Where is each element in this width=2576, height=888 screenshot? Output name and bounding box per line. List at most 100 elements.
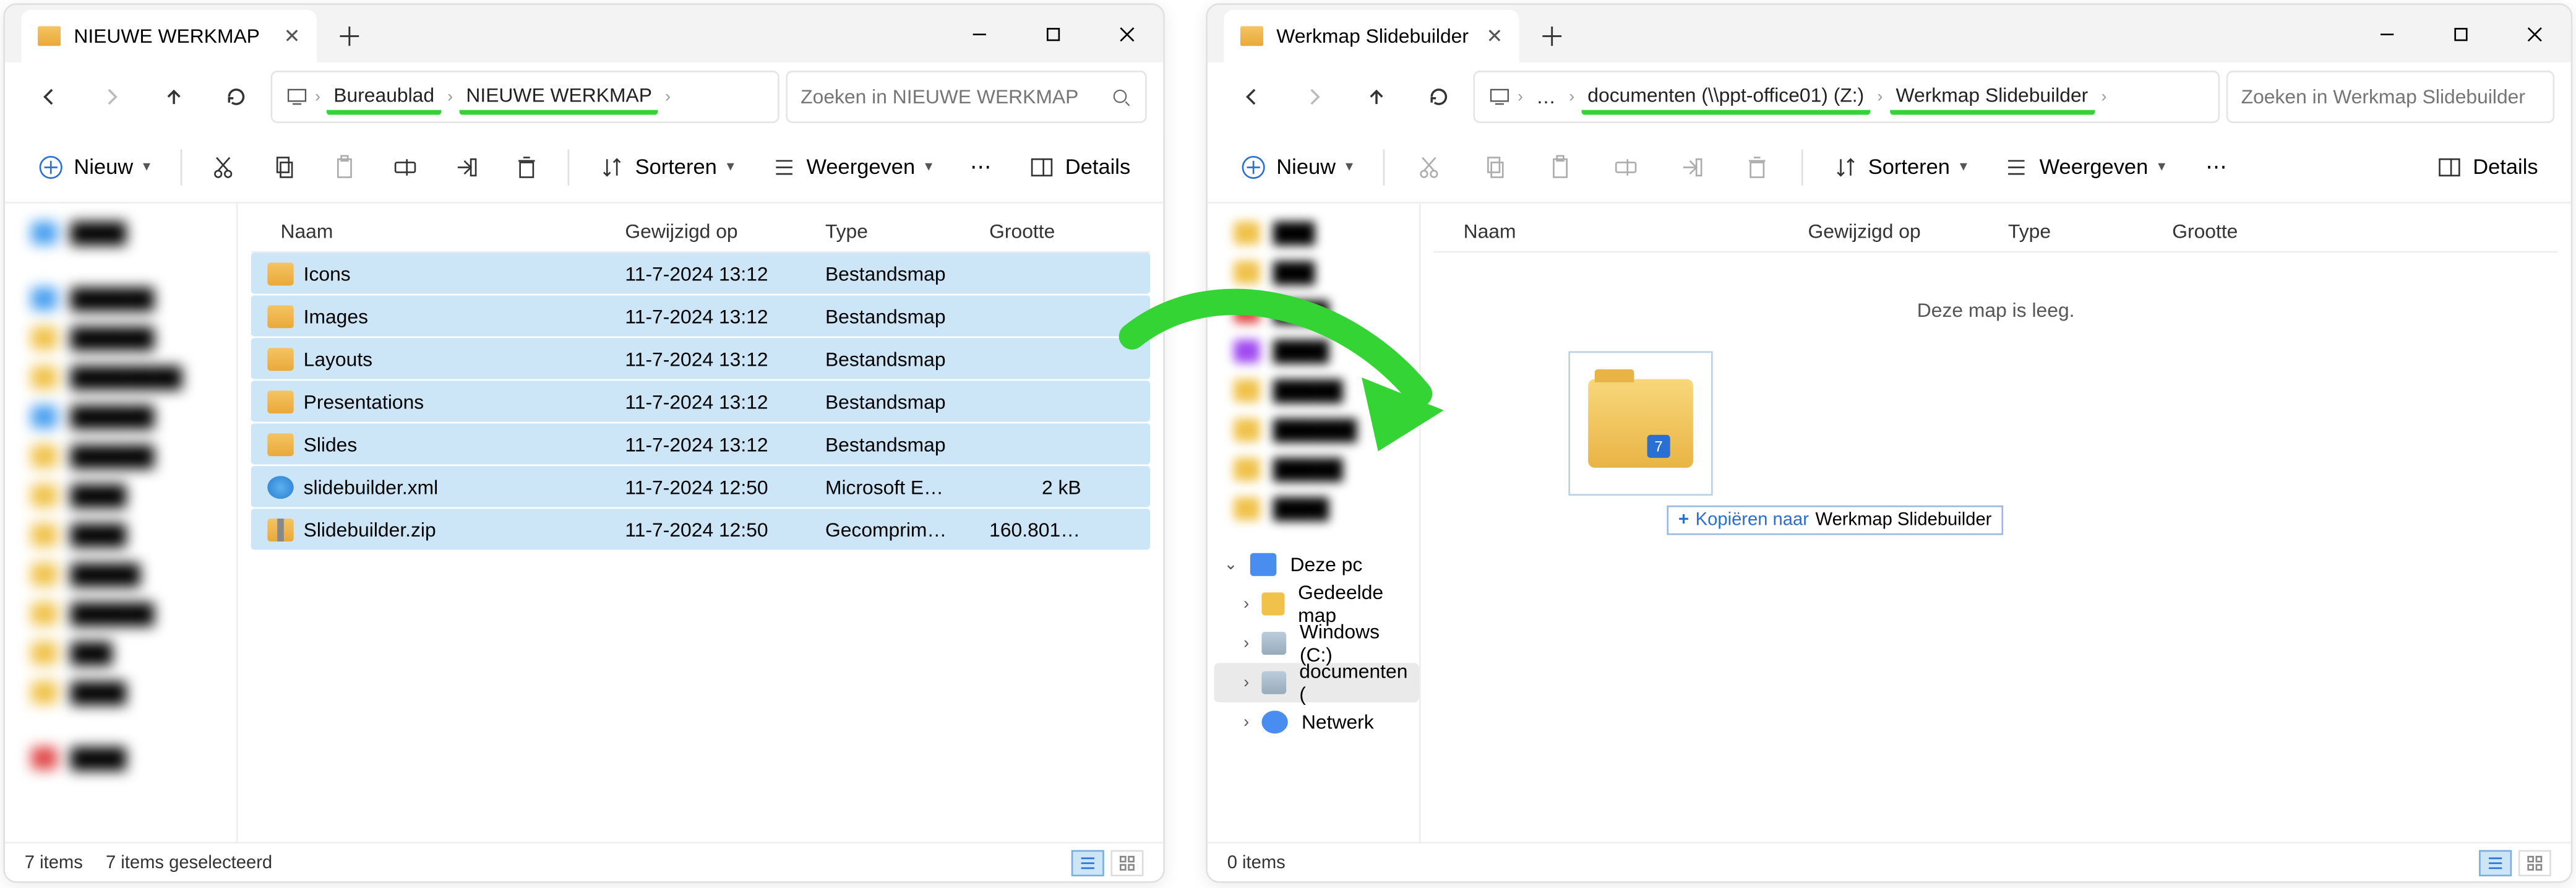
rename-button[interactable] — [380, 142, 431, 191]
zip-file-icon — [267, 518, 293, 541]
tab-active[interactable]: NIEUWE WERKMAP ✕ — [21, 10, 316, 63]
col-modified[interactable]: Gewijzigd op — [1788, 219, 1989, 242]
file-type: Gecomprimeerde ... — [805, 518, 969, 541]
back-button[interactable] — [1224, 71, 1279, 123]
search-box[interactable] — [786, 71, 1146, 123]
thumbnail-view-toggle[interactable] — [2518, 849, 2551, 875]
col-type[interactable]: Type — [805, 219, 969, 242]
folder-icon — [267, 262, 293, 285]
table-row[interactable]: slidebuilder.xml11-7-2024 12:50Microsoft… — [251, 466, 1150, 507]
more-button[interactable]: ⋯ — [955, 142, 1006, 191]
tree-documenten[interactable]: ›documenten ( — [1214, 663, 1419, 702]
minimize-button[interactable] — [2350, 5, 2423, 63]
breadcrumb-segment[interactable]: Werkmap Slidebuilder — [1889, 80, 2095, 114]
chevron-down-icon: ▾ — [925, 158, 932, 176]
table-row[interactable]: Icons11-7-2024 13:12Bestandsmap — [251, 252, 1150, 293]
tab-active[interactable]: Werkmap Slidebuilder ✕ — [1224, 10, 1519, 63]
file-list[interactable]: Naam Gewijzigd op Type Grootte Deze map … — [1421, 204, 2571, 842]
breadcrumb-segment[interactable]: NIEUWE WERKMAP — [460, 80, 659, 114]
delete-button[interactable] — [1728, 142, 1784, 191]
sort-button[interactable]: Sorteren ▾ — [586, 142, 747, 191]
tree-windows-c[interactable]: ›Windows (C:) — [1214, 624, 1419, 663]
table-row[interactable]: Layouts11-7-2024 13:12Bestandsmap — [251, 338, 1150, 379]
item-count: 7 items — [25, 853, 83, 873]
delete-button[interactable] — [501, 142, 552, 191]
address-bar[interactable]: › … › documenten (\\ppt-office01) (Z:) ›… — [1473, 71, 2220, 123]
back-button[interactable] — [21, 71, 77, 123]
more-button[interactable]: ⋯ — [2188, 142, 2244, 191]
new-label: Nieuw — [74, 154, 133, 179]
new-button[interactable]: Nieuw ▾ — [1227, 142, 1367, 191]
search-input[interactable] — [801, 85, 1101, 108]
new-tab-button[interactable]: ＋ — [327, 12, 372, 58]
minimize-button[interactable] — [942, 5, 1015, 63]
col-type[interactable]: Type — [1988, 219, 2152, 242]
up-button[interactable] — [1349, 71, 1404, 123]
thumbnail-view-toggle[interactable] — [1110, 849, 1143, 875]
chevron-right-icon: › — [315, 88, 320, 106]
tree-shared[interactable]: ›Gedeelde map — [1214, 584, 1419, 624]
forward-button[interactable] — [84, 71, 139, 123]
folder-icon — [267, 390, 293, 413]
share-button[interactable] — [1663, 142, 1719, 191]
paste-button[interactable] — [319, 142, 370, 191]
table-row[interactable]: Presentations11-7-2024 13:12Bestandsmap — [251, 381, 1150, 421]
maximize-button[interactable] — [2423, 5, 2497, 63]
toolbar: Nieuw ▾ Sorteren ▾ Weergeven ▾ ⋯ Details — [1208, 131, 2571, 204]
chevron-right-icon: › — [1877, 88, 1883, 106]
close-window-button[interactable] — [2497, 5, 2570, 63]
navigation-pane[interactable]: ███ ███ ████ ████ █████ ██████ █████ ███… — [1208, 204, 1421, 842]
maximize-button[interactable] — [1016, 5, 1089, 63]
address-bar[interactable]: › Bureaublad › NIEUWE WERKMAP › — [271, 71, 779, 123]
forward-button[interactable] — [1286, 71, 1342, 123]
view-button[interactable]: Weergeven ▾ — [757, 142, 945, 191]
tree-network[interactable]: ›Netwerk — [1214, 702, 1419, 742]
copy-button[interactable] — [259, 142, 309, 191]
cut-button[interactable] — [1401, 142, 1456, 191]
search-box[interactable] — [2226, 71, 2554, 123]
col-size[interactable]: Grootte — [2152, 219, 2283, 242]
cut-button[interactable] — [198, 142, 249, 191]
file-list[interactable]: Naam Gewijzigd op Type Grootte Icons11-7… — [238, 204, 1164, 842]
toolbar: Nieuw ▾ Sorteren ▾ Weergeven ▾ ⋯ Details — [5, 131, 1163, 204]
new-button[interactable]: Nieuw ▾ — [25, 142, 164, 191]
tree-this-pc[interactable]: ⌄Deze pc — [1214, 545, 1419, 584]
status-bar: 0 items — [1208, 842, 2571, 881]
table-row[interactable]: Slidebuilder.zip11-7-2024 12:50Gecomprim… — [251, 509, 1150, 550]
col-name[interactable]: Naam — [1434, 219, 1788, 242]
table-row[interactable]: Slides11-7-2024 13:12Bestandsmap — [251, 423, 1150, 464]
refresh-button[interactable] — [208, 71, 264, 123]
sort-button[interactable]: Sorteren ▾ — [1819, 142, 1980, 191]
details-pane-button[interactable]: Details — [2424, 142, 2551, 191]
details-view-toggle[interactable] — [1071, 849, 1104, 875]
share-button[interactable] — [440, 142, 491, 191]
file-type: Bestandsmap — [805, 347, 969, 370]
col-size[interactable]: Grootte — [969, 219, 1101, 242]
details-pane-button[interactable]: Details — [1016, 142, 1143, 191]
breadcrumb-overflow[interactable]: … — [1530, 82, 1563, 112]
search-input[interactable] — [2241, 85, 2540, 108]
paste-button[interactable] — [1532, 142, 1587, 191]
new-tab-button[interactable]: ＋ — [1529, 12, 1575, 58]
close-tab-button[interactable]: ✕ — [284, 25, 301, 48]
search-icon — [1110, 86, 1131, 107]
col-name[interactable]: Naam — [251, 219, 606, 242]
column-headers[interactable]: Naam Gewijzigd op Type Grootte — [251, 210, 1150, 252]
breadcrumb-segment[interactable]: documenten (\\ppt-office01) (Z:) — [1581, 80, 1871, 114]
details-view-toggle[interactable] — [2479, 849, 2512, 875]
col-modified[interactable]: Gewijzigd op — [606, 219, 806, 242]
navigation-pane[interactable]: ████ ██████ ██████ ████████ ██████ █████… — [5, 204, 238, 842]
file-name: Slides — [304, 433, 358, 455]
close-window-button[interactable] — [1089, 5, 1163, 63]
table-row[interactable]: Images11-7-2024 13:12Bestandsmap — [251, 295, 1150, 336]
column-headers[interactable]: Naam Gewijzigd op Type Grootte — [1434, 210, 2558, 252]
copy-button[interactable] — [1466, 142, 1522, 191]
drop-action: Kopiëren naar — [1696, 511, 1809, 530]
view-button[interactable]: Weergeven ▾ — [1990, 142, 2178, 191]
up-button[interactable] — [146, 71, 202, 123]
refresh-button[interactable] — [1411, 71, 1467, 123]
breadcrumb-segment[interactable]: Bureaublad — [327, 80, 441, 114]
close-tab-button[interactable]: ✕ — [1487, 25, 1503, 48]
rename-button[interactable] — [1597, 142, 1653, 191]
folder-icon — [267, 304, 293, 327]
